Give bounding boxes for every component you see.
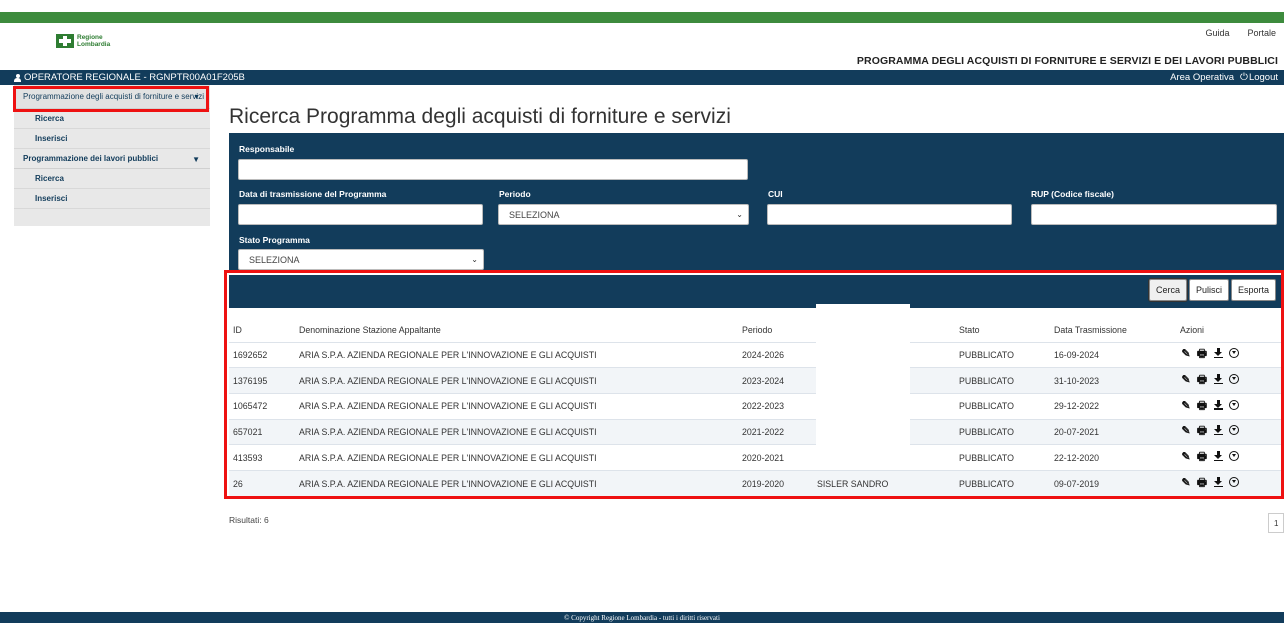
page-1-button[interactable]: 1: [1268, 513, 1284, 533]
top-links: Guida Portale: [1205, 28, 1276, 38]
sidebar-item-ricerca-acquisti[interactable]: Ricerca: [14, 109, 210, 129]
periodo-select[interactable]: SELEZIONA ⌄: [498, 204, 749, 225]
logo-line-2: Lombardia: [77, 41, 111, 48]
user-icon: [14, 73, 21, 82]
top-green-bar: [0, 12, 1284, 23]
sidebar-section-lavori[interactable]: Programmazione dei lavori pubblici ▼: [14, 149, 210, 169]
area-operativa-link[interactable]: Area Operativa: [1170, 72, 1234, 83]
responsabile-label: Responsabile: [239, 144, 295, 154]
page: Regione Lombardia Guida Portale PROGRAMM…: [0, 0, 1284, 623]
logo-line-1: Regione: [77, 34, 103, 41]
portale-link[interactable]: Portale: [1247, 28, 1276, 38]
data-trasmissione-label: Data di trasmissione del Programma: [239, 189, 387, 199]
power-icon: ⏻: [1240, 72, 1248, 83]
search-filters: Responsabile Data di trasmissione del Pr…: [229, 133, 1284, 272]
stato-programma-label: Stato Programma: [239, 235, 310, 245]
data-trasmissione-input[interactable]: [238, 204, 483, 225]
sidebar-item-inserisci-acquisti[interactable]: Inserisci: [14, 129, 210, 149]
stato-programma-select[interactable]: SELEZIONA ⌄: [238, 249, 484, 270]
periodo-label: Periodo: [499, 189, 531, 199]
cui-input[interactable]: [767, 204, 1012, 225]
chevron-down-icon: ⌄: [471, 255, 478, 264]
regione-lombardia-logo[interactable]: Regione Lombardia: [56, 34, 110, 48]
rup-label: RUP (Codice fiscale): [1031, 189, 1114, 199]
results-count: Risultati: 6: [229, 515, 269, 525]
program-title: PROGRAMMA DEGLI ACQUISTI DI FORNITURE E …: [856, 55, 1278, 67]
highlight-box-sidebar: [13, 86, 209, 112]
sidebar-item-ricerca-lavori[interactable]: Ricerca: [14, 169, 210, 189]
footer: © Copyright Regione Lombardia - tutti i …: [0, 612, 1284, 623]
page-title: Ricerca Programma degli acquisti di forn…: [229, 105, 731, 128]
caret-down-icon: ▼: [192, 155, 200, 164]
responsabile-input[interactable]: [238, 159, 748, 180]
chevron-down-icon: ⌄: [736, 210, 743, 219]
rup-input[interactable]: [1031, 204, 1277, 225]
sidebar-item-inserisci-lavori[interactable]: Inserisci: [14, 189, 210, 209]
user-bar: OPERATORE REGIONALE - RGNPTR00A01F205B A…: [0, 70, 1284, 85]
logout-link[interactable]: ⏻Logout: [1240, 72, 1278, 83]
cui-label: CUI: [768, 189, 783, 199]
user-name: OPERATORE REGIONALE - RGNPTR00A01F205B: [24, 72, 245, 83]
guida-link[interactable]: Guida: [1205, 28, 1229, 38]
lombardia-cross-icon: [56, 34, 74, 48]
highlight-box-results: [224, 270, 1284, 499]
